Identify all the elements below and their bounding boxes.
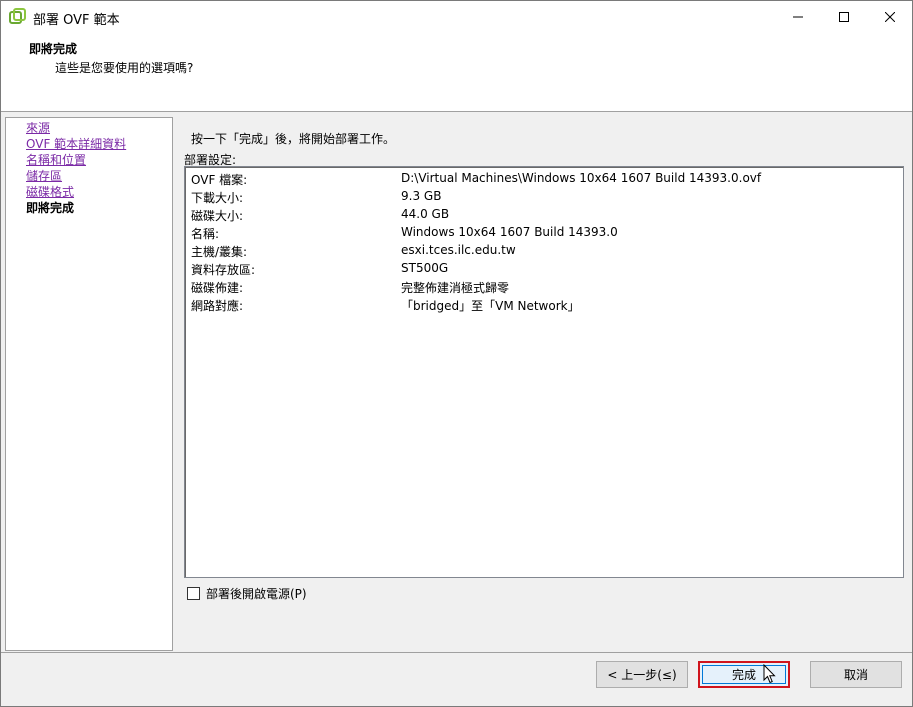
cancel-button[interactable]: 取消 xyxy=(810,661,902,688)
nav-step-disk-format[interactable]: 磁碟格式 xyxy=(26,184,74,200)
window-title: 部署 OVF 範本 xyxy=(33,13,120,28)
settings-row: 下載大小: 9.3 GB xyxy=(191,187,891,205)
setting-key: 網路對應: xyxy=(191,299,244,313)
setting-value: Windows 10x64 1607 Build 14393.0 xyxy=(401,225,618,239)
close-button[interactable] xyxy=(867,1,913,32)
settings-row: 資料存放區: ST500G xyxy=(191,259,891,277)
minimize-button[interactable] xyxy=(775,1,821,32)
setting-key: 主機/叢集: xyxy=(191,245,248,259)
settings-row: 磁碟佈建: 完整佈建消極式歸零 xyxy=(191,277,891,295)
title-bar[interactable]: 部署 OVF 範本 xyxy=(1,1,912,32)
maximize-button[interactable] xyxy=(821,1,867,32)
settings-list: OVF 檔案: D:\Virtual Machines\Windows 10x6… xyxy=(184,166,904,578)
nav-step-source[interactable]: 來源 xyxy=(26,120,50,136)
setting-value: esxi.tces.ilc.edu.tw xyxy=(401,243,516,257)
settings-row: OVF 檔案: D:\Virtual Machines\Windows 10x6… xyxy=(191,169,891,187)
nav-step-storage[interactable]: 儲存區 xyxy=(26,168,62,184)
settings-row: 主機/叢集: esxi.tces.ilc.edu.tw xyxy=(191,241,891,259)
instruction-text: 按一下「完成」後，將開始部署工作。 xyxy=(191,132,396,146)
deploy-ovf-dialog: 部署 OVF 範本 即將完成 這些是您要使用的選項嗎? 來源 OVF 範本詳細資… xyxy=(0,0,913,707)
setting-key: 資料存放區: xyxy=(191,263,256,277)
settings-row: 名稱: Windows 10x64 1607 Build 14393.0 xyxy=(191,223,891,241)
minimize-icon xyxy=(793,16,803,17)
nav-step-ready: 即將完成 xyxy=(26,201,75,215)
wizard-steps-nav: 來源 OVF 範本詳細資料 名稱和位置 儲存區 磁碟格式 即將完成 xyxy=(5,117,173,651)
page-subtitle: 這些是您要使用的選項嗎? xyxy=(55,61,194,75)
setting-key: 磁碟大小: xyxy=(191,209,244,223)
wizard-header: 即將完成 這些是您要使用的選項嗎? xyxy=(1,32,912,112)
maximize-icon xyxy=(839,11,849,22)
nav-step-ovf-details[interactable]: OVF 範本詳細資料 xyxy=(26,136,126,152)
setting-key: 磁碟佈建: xyxy=(191,281,244,295)
setting-value: 「bridged」至「VM Network」 xyxy=(401,299,580,313)
settings-row: 磁碟大小: 44.0 GB xyxy=(191,205,891,223)
settings-row: 網路對應: 「bridged」至「VM Network」 xyxy=(191,295,891,313)
setting-value: 9.3 GB xyxy=(401,189,442,203)
power-on-label: 部署後開啟電源(P) xyxy=(206,587,307,601)
footer-divider xyxy=(1,652,912,653)
setting-value: 完整佈建消極式歸零 xyxy=(401,281,510,295)
vmware-app-icon xyxy=(9,8,26,25)
nav-step-name-location[interactable]: 名稱和位置 xyxy=(26,152,86,168)
page-title: 即將完成 xyxy=(29,42,78,56)
setting-key: 名稱: xyxy=(191,227,220,241)
setting-value: ST500G xyxy=(401,261,449,275)
setting-key: 下載大小: xyxy=(191,191,244,205)
back-button[interactable]: < 上一步(≤) xyxy=(596,661,688,688)
finish-button[interactable]: 完成 xyxy=(698,661,790,688)
power-on-checkbox[interactable] xyxy=(187,587,200,600)
power-on-after-deploy[interactable]: 部署後開啟電源(P) xyxy=(187,585,307,602)
setting-value: D:\Virtual Machines\Windows 10x64 1607 B… xyxy=(401,171,762,185)
setting-value: 44.0 GB xyxy=(401,207,450,221)
setting-key: OVF 檔案: xyxy=(191,173,248,187)
close-icon xyxy=(885,11,895,22)
mouse-pointer-icon xyxy=(763,663,776,687)
